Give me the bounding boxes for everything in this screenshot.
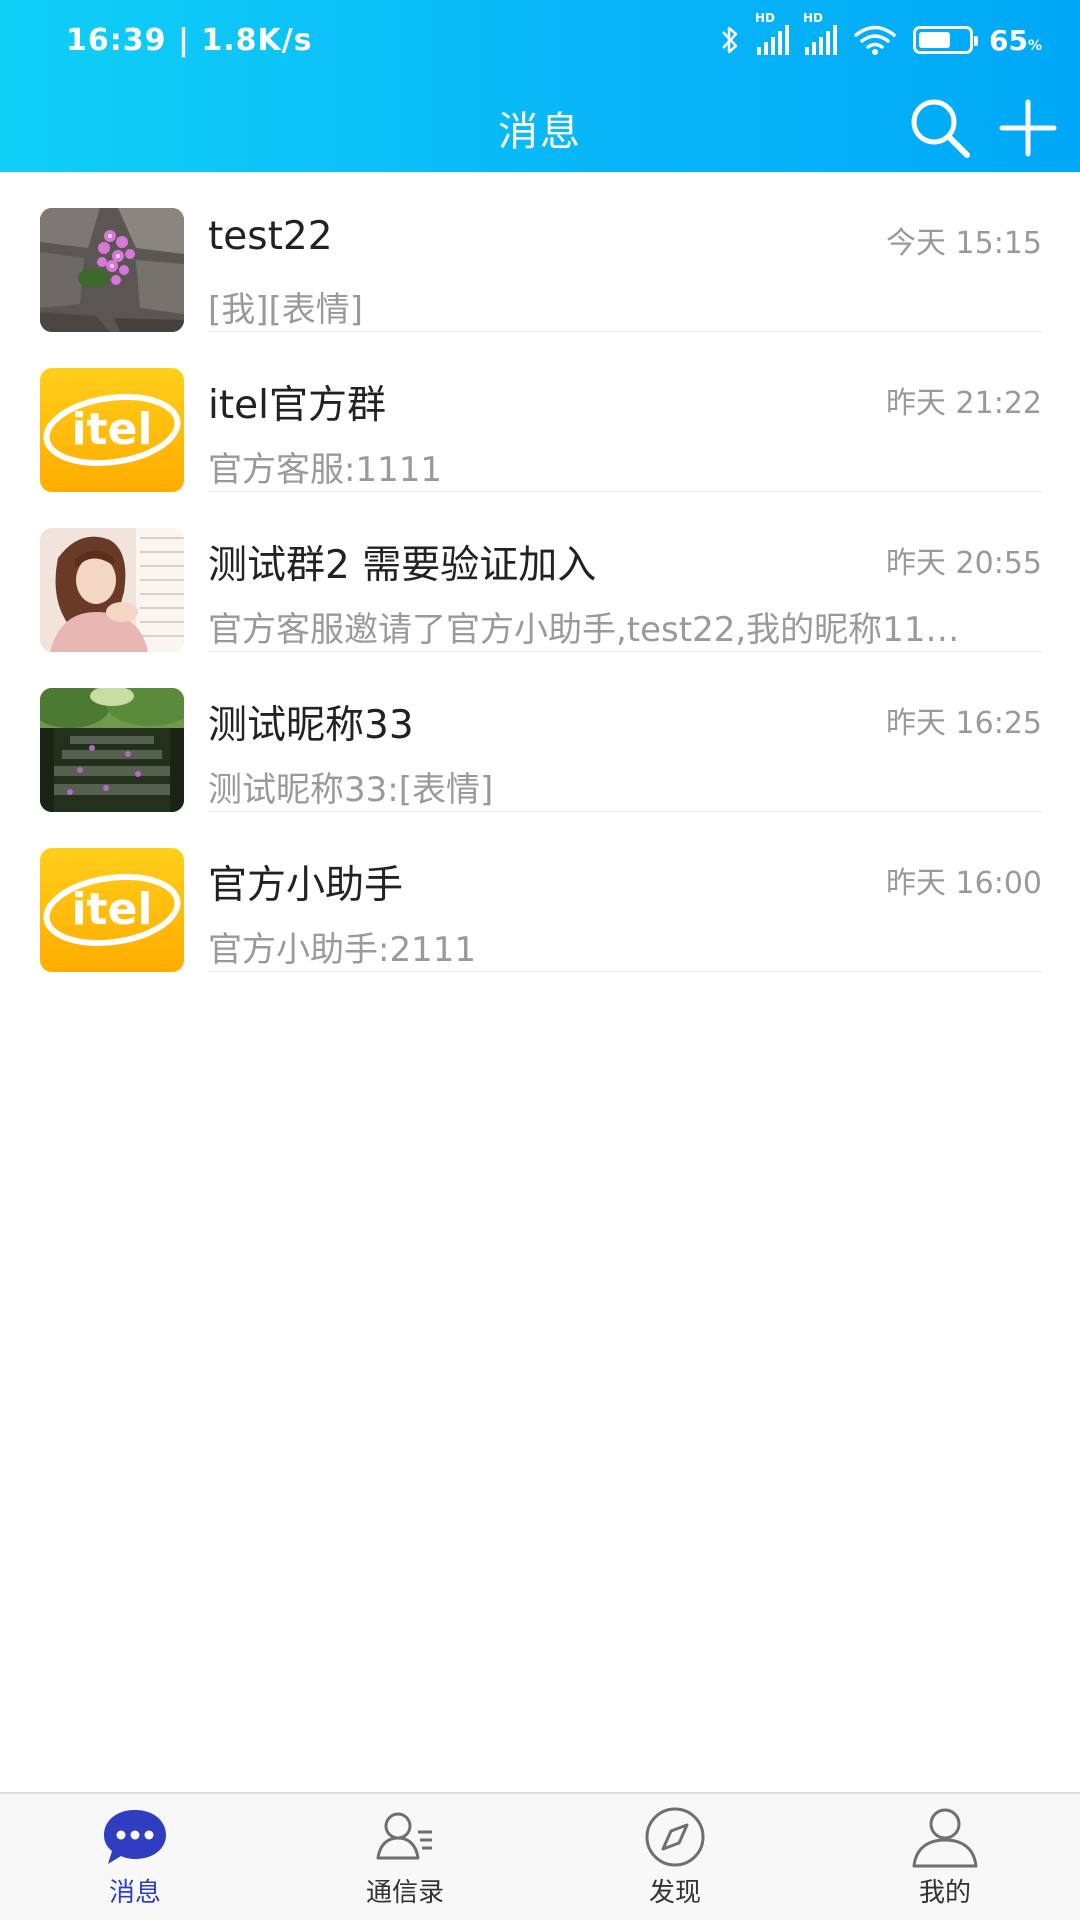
avatar[interactable] xyxy=(40,688,184,812)
conversation-row[interactable]: 测试群2 需要验证加入 昨天 20:55 官方客服邀请了官方小助手,test22… xyxy=(0,492,1080,652)
bottom-tab-bar: 消息 通信录 发现 我的 xyxy=(0,1792,1080,1920)
stone-steps-photo xyxy=(40,688,184,812)
contacts-icon xyxy=(369,1804,441,1870)
conversation-time: 昨天 21:22 xyxy=(886,386,1042,421)
conversation-time: 今天 15:15 xyxy=(886,226,1042,261)
avatar[interactable]: itel xyxy=(40,848,184,972)
tab-label: 消息 xyxy=(108,1878,161,1908)
conversation-body: 测试昵称33 昨天 16:25 测试昵称33:[表情] xyxy=(208,680,1042,812)
plus-icon xyxy=(999,99,1057,157)
person-icon xyxy=(909,1804,981,1870)
conversation-preview: 官方客服邀请了官方小助手,test22,我的昵称11… xyxy=(208,610,960,650)
tab-messages[interactable]: 消息 xyxy=(0,1794,270,1920)
conversation-list: test22 今天 15:15 [我][表情] itel itel官方群 昨天 … xyxy=(0,172,1080,972)
conversation-name: itel官方群 xyxy=(208,383,386,428)
status-icons: HD HD 65% xyxy=(719,11,1042,57)
status-time-speed: 16:39 | 1.8K/s xyxy=(66,22,313,58)
conversation-name: test22 xyxy=(208,214,333,259)
battery-icon xyxy=(913,26,978,54)
chat-bubble-icon xyxy=(99,1804,171,1870)
conversation-time: 昨天 16:25 xyxy=(886,706,1042,741)
conversation-preview: [我][表情] xyxy=(208,290,364,330)
conversation-name: 测试群2 需要验证加入 xyxy=(208,543,597,588)
conversation-row[interactable]: test22 今天 15:15 [我][表情] xyxy=(0,172,1080,332)
conversation-time: 昨天 16:00 xyxy=(886,866,1042,901)
conversation-time: 昨天 20:55 xyxy=(886,546,1042,581)
battery-level: 65% xyxy=(989,23,1042,57)
flower-rock-photo xyxy=(40,208,184,332)
tab-label: 通信录 xyxy=(365,1878,444,1908)
conversation-name: 官方小助手 xyxy=(208,863,404,908)
tab-profile[interactable]: 我的 xyxy=(810,1794,1080,1920)
title-bar: 消息 xyxy=(0,84,1080,172)
tab-contacts[interactable]: 通信录 xyxy=(270,1794,540,1920)
avatar[interactable] xyxy=(40,528,184,652)
signal-2-icon: HD xyxy=(803,11,837,55)
status-bar: 16:39 | 1.8K/s HD HD 65% xyxy=(0,0,1080,80)
header: 16:39 | 1.8K/s HD HD 65% 消息 xyxy=(0,0,1080,172)
tab-label: 发现 xyxy=(648,1878,701,1908)
itel-logo: itel xyxy=(43,394,181,466)
conversation-row[interactable]: 测试昵称33 昨天 16:25 测试昵称33:[表情] xyxy=(0,652,1080,812)
add-button[interactable] xyxy=(992,92,1064,164)
svg-text:itel: itel xyxy=(71,404,152,455)
search-button[interactable] xyxy=(904,92,976,164)
hd-label: HD xyxy=(803,11,824,25)
avatar[interactable] xyxy=(40,208,184,332)
conversation-preview: 测试昵称33:[表情] xyxy=(208,770,494,810)
tab-label: 我的 xyxy=(918,1878,971,1908)
app-root: 16:39 | 1.8K/s HD HD 65% 消息 test22 今天 15… xyxy=(0,0,1080,1920)
conversation-body: test22 今天 15:15 [我][表情] xyxy=(208,200,1042,332)
avatar[interactable]: itel xyxy=(40,368,184,492)
conversation-preview: 官方小助手:2111 xyxy=(208,930,476,970)
itel-logo: itel xyxy=(43,874,181,946)
page-title: 消息 xyxy=(498,109,582,155)
conversation-body: itel官方群 昨天 21:22 官方客服:1111 xyxy=(208,360,1042,492)
svg-text:itel: itel xyxy=(71,884,152,935)
woman-portrait-photo xyxy=(40,528,184,652)
hd-label: HD xyxy=(755,11,776,25)
bluetooth-icon xyxy=(722,26,738,54)
conversation-body: 测试群2 需要验证加入 昨天 20:55 官方客服邀请了官方小助手,test22… xyxy=(208,520,1042,652)
tab-discover[interactable]: 发现 xyxy=(540,1794,810,1920)
conversation-row[interactable]: itel 官方小助手 昨天 16:00 官方小助手:2111 xyxy=(0,812,1080,972)
conversation-preview: 官方客服:1111 xyxy=(208,450,442,490)
conversation-name: 测试昵称33 xyxy=(208,703,414,748)
signal-1-icon: HD xyxy=(755,11,789,55)
wifi-icon xyxy=(854,25,896,55)
compass-icon xyxy=(639,1804,711,1870)
search-icon xyxy=(911,99,970,158)
conversation-row[interactable]: itel itel官方群 昨天 21:22 官方客服:1111 xyxy=(0,332,1080,492)
conversation-body: 官方小助手 昨天 16:00 官方小助手:2111 xyxy=(208,840,1042,972)
